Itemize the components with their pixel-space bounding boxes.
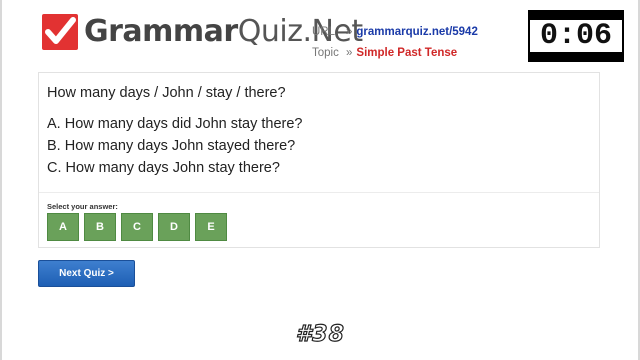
topic-value: Simple Past Tense [356,47,458,59]
topic-separator: » [346,47,353,59]
countdown-timer: 0:06 [528,10,624,62]
quiz-number: #38 [295,321,345,347]
answer-button-e[interactable]: E [195,213,227,241]
logo-text-bold: Grammar [84,14,238,49]
answer-button-a[interactable]: A [47,213,79,241]
answer-button-c[interactable]: C [121,213,153,241]
quiz-card: How many days / John / stay / there? A. … [38,72,600,248]
next-quiz-button[interactable]: Next Quiz > [38,260,135,287]
topic-row: Topic » Simple Past Tense [312,43,478,64]
option-c: C. How many days John stay there? [47,160,280,176]
topic-label: Topic [312,47,339,59]
answer-button-b[interactable]: B [84,213,116,241]
option-b: B. How many days John stayed there? [47,138,296,154]
card-divider [39,192,599,193]
answer-options: A. How many days did John stay there? B.… [47,113,303,179]
url-link[interactable]: grammarquiz.net/5942 [356,22,477,43]
select-answer-label: Select your answer: [47,202,118,211]
question-text: How many days / John / stay / there? [47,85,286,101]
page-border-left [0,0,2,360]
url-label: URL [312,26,336,38]
checkmark-icon [42,14,78,50]
answer-button-d[interactable]: D [158,213,190,241]
quiz-meta: URL » grammarquiz.net/5942 Topic » Simpl… [312,22,478,64]
url-row: URL » grammarquiz.net/5942 [312,22,478,43]
answer-buttons: A B C D E [47,213,232,241]
option-a: A. How many days did John stay there? [47,116,303,132]
timer-value: 0:06 [530,19,622,53]
url-separator: » [346,26,353,38]
